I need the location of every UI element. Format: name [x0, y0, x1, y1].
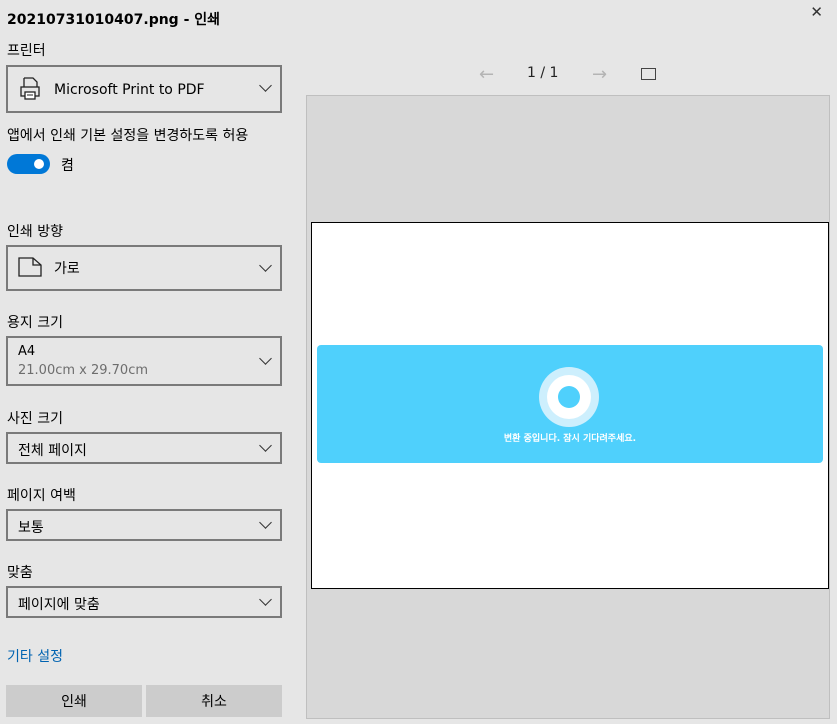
- chevron-down-icon: [259, 352, 272, 365]
- printer-label: 프린터: [7, 43, 46, 59]
- margins-value: 보통: [18, 520, 44, 536]
- app-logo-icon: [539, 367, 599, 427]
- orientation-label: 인쇄 방향: [7, 224, 63, 240]
- toggle-state-label: 켬: [61, 158, 74, 174]
- close-icon[interactable]: ✕: [810, 4, 823, 20]
- fit-label: 맞춤: [7, 565, 33, 581]
- fit-select[interactable]: 페이지에 맞춤: [6, 586, 282, 618]
- margins-select[interactable]: 보통: [6, 509, 282, 541]
- chevron-down-icon: [259, 516, 272, 529]
- settings-panel: 20210731010407.png - 인쇄 프린터 Microsoft Pr…: [0, 0, 292, 724]
- cancel-button[interactable]: 취소: [146, 685, 282, 717]
- preview-nav: ← 1 / 1 →: [292, 62, 837, 86]
- printer-icon: [20, 77, 40, 101]
- banner-message: 변환 중입니다. 잠시 기다려주세요.: [503, 434, 637, 444]
- page-indicator: 1 / 1: [527, 65, 559, 81]
- paper-size-value: A4: [18, 344, 36, 359]
- print-button[interactable]: 인쇄: [6, 685, 142, 717]
- window-title: 20210731010407.png - 인쇄: [7, 12, 221, 28]
- preview-page: 변환 중입니다. 잠시 기다려주세요.: [311, 222, 829, 589]
- photo-size-value: 전체 페이지: [18, 443, 87, 459]
- photo-size-label: 사진 크기: [7, 411, 63, 427]
- chevron-down-icon: [259, 259, 272, 272]
- loading-banner: 변환 중입니다. 잠시 기다려주세요.: [317, 345, 823, 463]
- preview-panel: ✕ ← 1 / 1 → 변환 중입니다. 잠시 기다려주세요.: [292, 0, 837, 724]
- chevron-down-icon: [259, 79, 272, 92]
- fit-value: 페이지에 맞춤: [18, 597, 100, 613]
- previous-page-icon[interactable]: ←: [479, 64, 494, 85]
- photo-size-select[interactable]: 전체 페이지: [6, 432, 282, 464]
- paper-size-select[interactable]: A4 21.00cm x 29.70cm: [6, 336, 282, 386]
- printer-select[interactable]: Microsoft Print to PDF: [6, 65, 282, 113]
- app-prefs-toggle[interactable]: [7, 154, 50, 174]
- paper-size-detail: 21.00cm x 29.70cm: [18, 363, 149, 378]
- app-prefs-label: 앱에서 인쇄 기본 설정을 변경하도록 허용: [7, 128, 249, 144]
- toggle-knob: [34, 159, 44, 169]
- next-page-icon[interactable]: →: [592, 64, 607, 85]
- paper-size-label: 용지 크기: [7, 315, 63, 331]
- more-settings-link[interactable]: 기타 설정: [7, 646, 63, 666]
- orientation-value: 가로: [54, 261, 80, 277]
- orientation-select[interactable]: 가로: [6, 245, 282, 291]
- preview-area: 변환 중입니다. 잠시 기다려주세요.: [306, 95, 830, 719]
- printer-value: Microsoft Print to PDF: [54, 82, 205, 98]
- chevron-down-icon: [259, 439, 272, 452]
- landscape-page-icon: [18, 257, 42, 277]
- fit-to-window-icon[interactable]: [641, 68, 656, 80]
- margins-label: 페이지 여백: [7, 488, 76, 504]
- chevron-down-icon: [259, 593, 272, 606]
